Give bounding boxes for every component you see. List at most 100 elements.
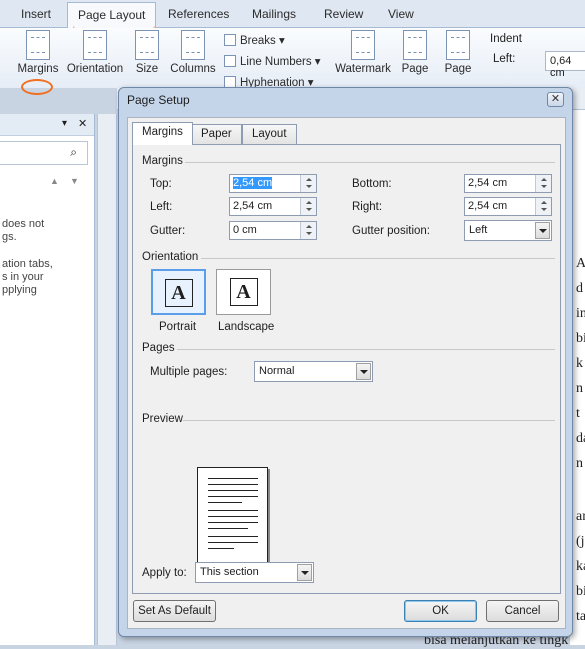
- orientation-label: Orientation: [66, 63, 124, 75]
- spinner-arrows-icon[interactable]: [300, 198, 316, 215]
- pages-group-title: Pages: [142, 342, 175, 354]
- indent-left-input[interactable]: 0,64 cm: [545, 51, 585, 79]
- doc-text-fragment: n: [576, 456, 583, 471]
- multiple-pages-value: Normal: [259, 365, 295, 377]
- gutter-input[interactable]: 0 cm: [229, 221, 317, 240]
- doc-text-fragment: d: [576, 281, 583, 296]
- preview-text-line: [208, 502, 242, 503]
- bottom-margin-input[interactable]: 2,54 cm: [464, 174, 552, 193]
- tab-insert[interactable]: Insert: [21, 7, 51, 21]
- doc-text-fragment: n: [576, 381, 583, 396]
- spinner-arrows-icon[interactable]: [300, 175, 316, 192]
- nav-text-line: pplying: [2, 284, 37, 296]
- left-margin-label: Left:: [150, 201, 173, 213]
- size-icon: [135, 30, 159, 60]
- breaks-button[interactable]: Breaks ▾: [224, 33, 285, 47]
- portrait-label: Portrait: [159, 321, 197, 333]
- preview-text-line: [208, 490, 258, 491]
- doc-text-fragment: A: [576, 256, 585, 271]
- bottom-margin-value: 2,54 cm: [468, 177, 508, 189]
- preview-text-line: [208, 522, 258, 523]
- landscape-option[interactable]: A: [216, 269, 271, 315]
- preview-text-line: [208, 496, 258, 497]
- left-margin-input[interactable]: 2,54 cm: [229, 197, 317, 216]
- bottom-margin-label: Bottom:: [352, 178, 392, 190]
- nav-search-input[interactable]: ⌕: [0, 141, 88, 165]
- tab-references[interactable]: References: [168, 7, 229, 21]
- portrait-option[interactable]: A: [151, 269, 206, 315]
- spinner-arrows-icon[interactable]: [535, 175, 551, 192]
- cancel-button[interactable]: Cancel: [486, 600, 559, 622]
- page-borders-icon: [446, 30, 470, 60]
- right-margin-label: Right:: [352, 201, 383, 213]
- page-color-icon: [403, 30, 427, 60]
- watermark-button[interactable]: Watermark: [333, 30, 393, 75]
- line-numbers-button[interactable]: Line Numbers ▾: [224, 54, 321, 68]
- page-color-button[interactable]: Page: [400, 30, 430, 75]
- nav-text-line: does not: [2, 218, 45, 230]
- apply-to-select[interactable]: This section: [195, 562, 314, 583]
- multiple-pages-select[interactable]: Normal: [254, 361, 373, 382]
- doc-text-fragment: in: [576, 306, 585, 321]
- preview-text-line: [208, 548, 234, 549]
- page-setup-dialog: Page Setup ✕ Margins Paper Layout Margin…: [118, 87, 573, 637]
- doc-text-fragment: ar: [576, 509, 585, 524]
- nav-down-icon[interactable]: ▼: [70, 176, 79, 186]
- ribbon-tab-bar: Insert Page Layout References Mailings R…: [0, 0, 585, 31]
- nav-pane-close-icon[interactable]: ✕: [78, 117, 87, 130]
- margins-button[interactable]: Margins: [16, 30, 60, 75]
- right-margin-value: 2,54 cm: [468, 200, 508, 212]
- top-margin-value: 2,54 cm: [233, 177, 273, 189]
- page-borders-button[interactable]: Page: [442, 30, 474, 75]
- orientation-group-title: Orientation: [142, 251, 199, 263]
- chevron-down-icon[interactable]: [297, 564, 312, 581]
- chevron-down-icon[interactable]: [356, 363, 371, 380]
- gutter-label: Gutter:: [150, 225, 186, 237]
- close-icon[interactable]: ✕: [547, 92, 564, 107]
- group-divider: [183, 420, 555, 421]
- navigation-pane: ▾ ✕ ⌕ ▲ ▼ does not gs. ation tabs, s in …: [0, 114, 95, 645]
- dialog-title: Page Setup: [127, 93, 190, 107]
- ok-button[interactable]: OK: [404, 600, 477, 622]
- landscape-label: Landscape: [218, 321, 275, 333]
- set-as-default-button[interactable]: Set As Default: [133, 600, 216, 622]
- tab-view[interactable]: View: [388, 7, 414, 21]
- spinner-arrows-icon[interactable]: [300, 222, 316, 239]
- watermark-icon: [351, 30, 375, 60]
- size-button[interactable]: Size: [133, 30, 161, 75]
- breaks-label: Breaks: [240, 35, 276, 47]
- nav-pane-header: ▾ ✕: [0, 114, 94, 136]
- top-margin-label: Top:: [150, 178, 172, 190]
- watermark-label: Watermark: [335, 63, 391, 75]
- search-icon[interactable]: ⌕: [70, 145, 77, 160]
- vertical-ruler: [97, 114, 117, 645]
- tab-paper[interactable]: Paper: [191, 124, 242, 144]
- columns-label: Columns: [170, 63, 216, 75]
- nav-pane-menu-icon[interactable]: ▾: [62, 118, 67, 129]
- spinner-arrows-icon[interactable]: [535, 198, 551, 215]
- top-margin-input[interactable]: 2,54 cm: [229, 174, 317, 193]
- columns-button[interactable]: Columns: [170, 30, 216, 75]
- doc-text-fragment: t: [576, 406, 580, 421]
- gutter-position-select[interactable]: Left: [464, 220, 552, 241]
- margins-icon: [26, 30, 50, 60]
- doc-text-fragment: k: [576, 356, 583, 371]
- nav-text-line: gs.: [2, 231, 17, 243]
- tab-margins[interactable]: Margins: [132, 122, 193, 145]
- tab-review[interactable]: Review: [324, 7, 363, 21]
- doc-text-fragment: (j: [576, 534, 585, 549]
- preview-text-line: [208, 484, 258, 485]
- chevron-down-icon[interactable]: [535, 222, 550, 239]
- orientation-button[interactable]: Orientation: [64, 30, 126, 75]
- doc-text-fragment: ta: [576, 609, 585, 624]
- preview-text-line: [208, 528, 248, 529]
- margins-tab-panel: Margins Top: 2,54 cm Bottom: 2,54 cm Lef…: [132, 144, 561, 594]
- tab-mailings[interactable]: Mailings: [252, 7, 296, 21]
- dialog-body: Margins Paper Layout Margins Top: 2,54 c…: [127, 117, 566, 629]
- left-margin-value: 2,54 cm: [233, 200, 273, 212]
- columns-icon: [181, 30, 205, 60]
- indent-group-title: Indent: [490, 33, 522, 45]
- nav-up-icon[interactable]: ▲: [50, 176, 59, 186]
- tab-layout[interactable]: Layout: [242, 124, 297, 144]
- right-margin-input[interactable]: 2,54 cm: [464, 197, 552, 216]
